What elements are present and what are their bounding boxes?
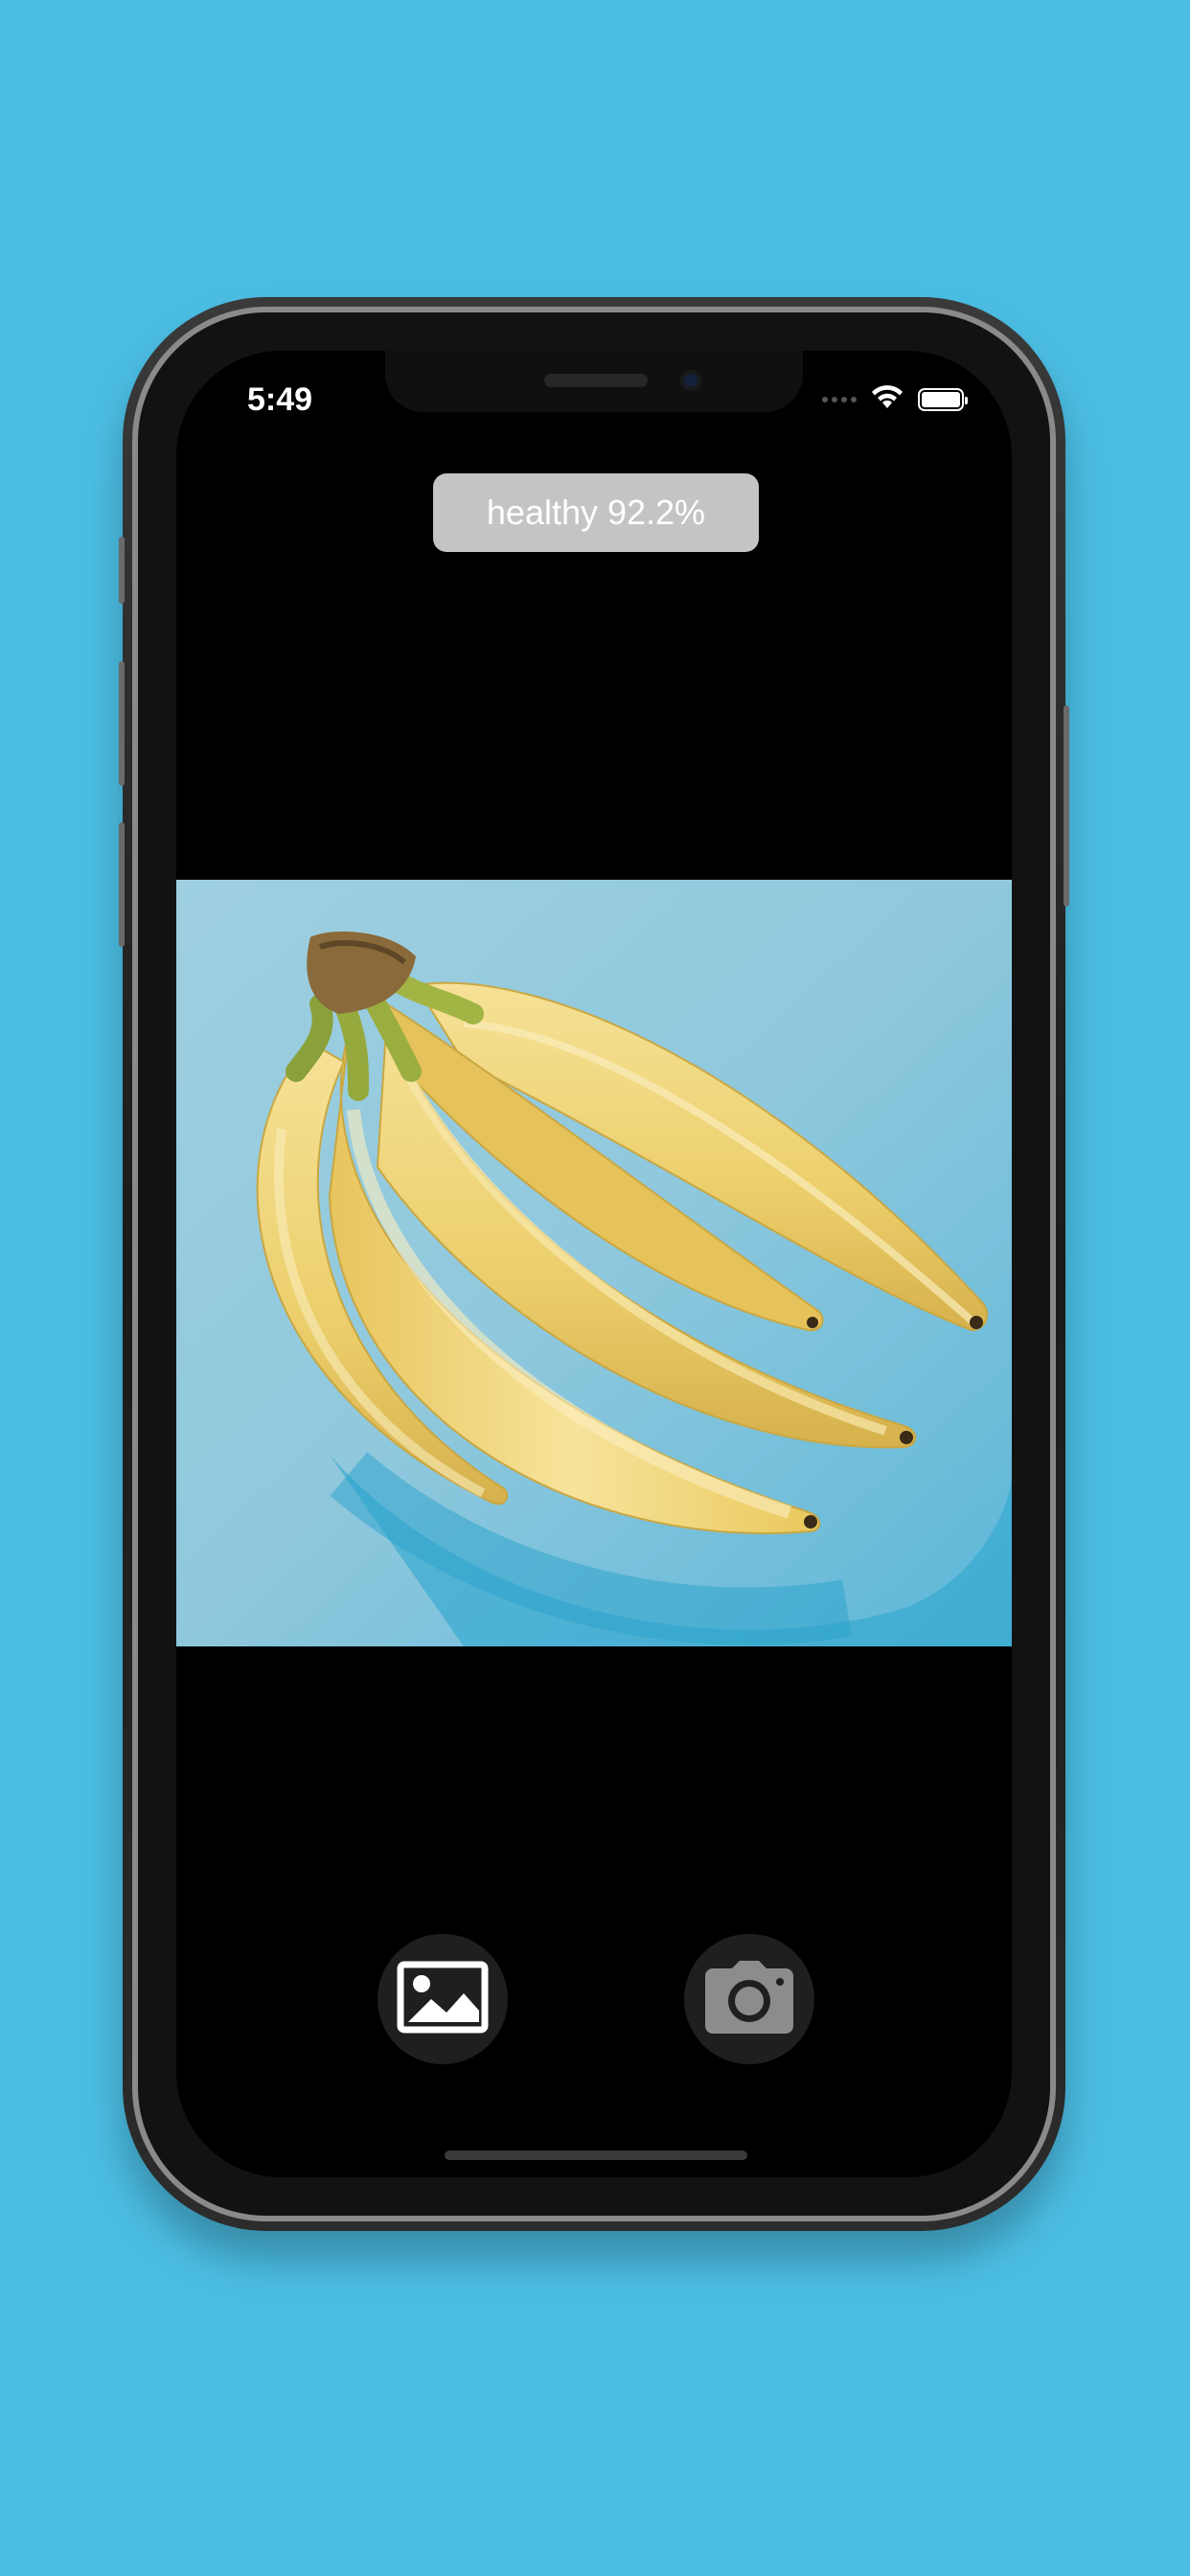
home-indicator bbox=[445, 2150, 747, 2160]
silent-switch bbox=[119, 537, 125, 604]
wifi-icon bbox=[870, 383, 904, 415]
phone-frame: 5:49 healthy 92.2% bbox=[119, 297, 1069, 2231]
choose-image-button[interactable] bbox=[378, 1934, 508, 2064]
photo-library-icon bbox=[397, 1961, 489, 2038]
volume-down-button bbox=[119, 822, 125, 947]
status-time: 5:49 bbox=[247, 381, 313, 418]
camera-icon bbox=[703, 1959, 795, 2040]
power-button bbox=[1064, 705, 1069, 907]
volume-up-button bbox=[119, 661, 125, 786]
front-camera bbox=[680, 370, 701, 391]
status-indicators bbox=[822, 383, 968, 415]
battery-icon bbox=[918, 387, 968, 411]
take-photo-button[interactable] bbox=[684, 1934, 814, 2064]
signal-icon bbox=[822, 396, 857, 402]
battery-level bbox=[922, 391, 960, 407]
classification-result-label: healthy 92.2% bbox=[433, 473, 759, 552]
earpiece-speaker bbox=[544, 374, 648, 387]
screen: 5:49 healthy 92.2% bbox=[176, 351, 1012, 2177]
banana-photo bbox=[176, 880, 1012, 1646]
